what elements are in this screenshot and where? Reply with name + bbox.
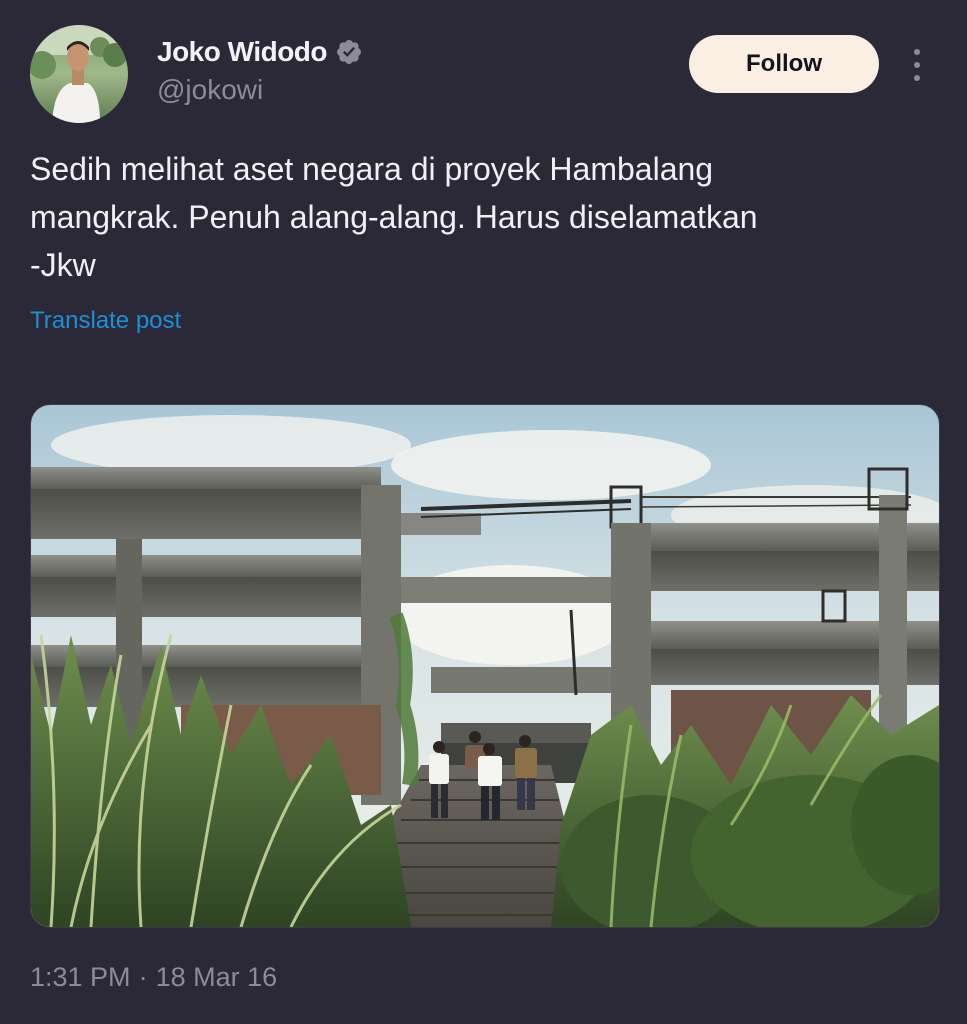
follow-button[interactable]: Follow xyxy=(689,35,879,93)
author-display-name[interactable]: Joko Widodo xyxy=(157,36,328,68)
post-date[interactable]: 18 Mar 16 xyxy=(156,962,278,993)
tweet-card: Joko Widodo @jokowi Follow Sedih melihat… xyxy=(0,0,967,1024)
avatar-photo xyxy=(30,25,128,123)
vertical-ellipsis-icon xyxy=(914,49,920,55)
post-timestamp: 1:31 PM · 18 Mar 16 xyxy=(30,962,277,993)
author-avatar[interactable] xyxy=(30,25,128,123)
translate-post-link[interactable]: Translate post xyxy=(30,307,181,335)
author-handle[interactable]: @jokowi xyxy=(157,74,263,106)
verified-badge-icon xyxy=(335,38,363,66)
post-media-photo[interactable] xyxy=(30,404,940,928)
vertical-ellipsis-icon-dot xyxy=(914,62,920,68)
author-name-row: Joko Widodo xyxy=(157,36,363,68)
post-time[interactable]: 1:31 PM xyxy=(30,962,131,993)
timestamp-separator: · xyxy=(138,962,148,992)
vertical-ellipsis-icon-dot xyxy=(914,75,920,81)
post-text: Sedih melihat aset negara di proyek Hamb… xyxy=(30,151,758,283)
more-options-button[interactable] xyxy=(900,40,934,90)
abandoned-building-photo xyxy=(31,405,939,927)
